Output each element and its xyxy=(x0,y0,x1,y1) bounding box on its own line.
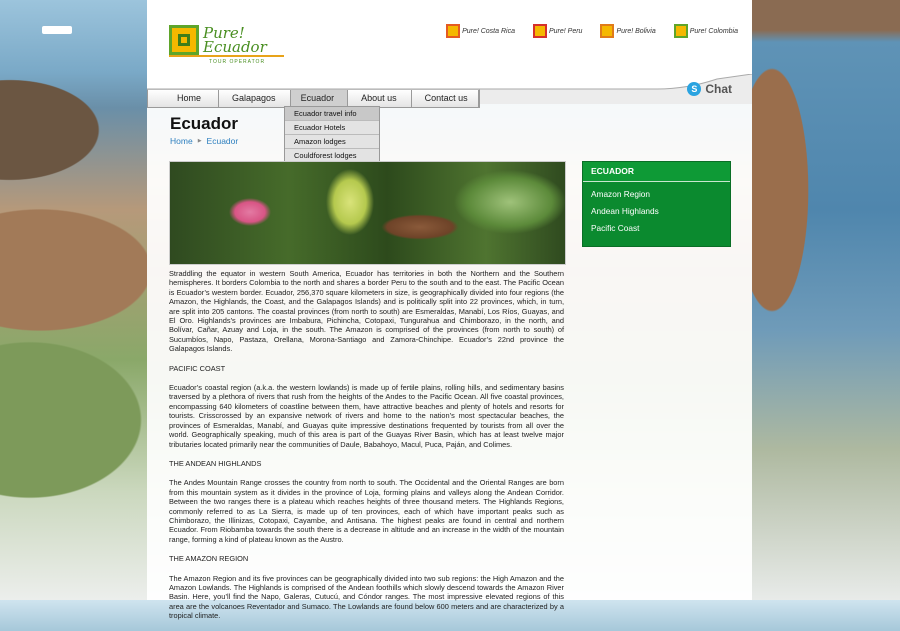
partner-logo-colombia[interactable]: Pure! Colombia xyxy=(673,24,738,38)
nav-galapagos[interactable]: Galapagos xyxy=(219,90,291,107)
partner-icon xyxy=(446,24,461,38)
ecuador-dropdown: Ecuador travel info Ecuador Hotels Amazo… xyxy=(284,106,380,164)
partner-icon xyxy=(673,24,688,38)
dropdown-item-travel-info[interactable]: Ecuador travel info xyxy=(285,107,379,121)
partner-logo-costa-rica[interactable]: Pure! Costa Rica xyxy=(446,24,515,38)
breadcrumb-current[interactable]: Ecuador xyxy=(207,136,239,146)
paragraph-pacific-coast: Ecuador’s coastal region (a.k.a. the wes… xyxy=(169,383,564,449)
nav-about-us[interactable]: About us xyxy=(348,90,412,107)
section-heading-pacific-coast: PACIFIC COAST xyxy=(169,363,226,373)
sidebar-item-pacific-coast[interactable]: Pacific Coast xyxy=(583,220,730,237)
breadcrumb: Home ▶ Ecuador xyxy=(170,136,238,146)
chat-button[interactable]: S Chat xyxy=(687,82,732,96)
background-left xyxy=(0,0,147,600)
logo-underline xyxy=(169,55,284,57)
breadcrumb-arrow-icon: ▶ xyxy=(197,138,202,144)
boat-image xyxy=(42,26,72,34)
partner-name: Pure! Colombia xyxy=(689,27,738,35)
sidebar-item-amazon-region[interactable]: Amazon Region xyxy=(583,186,730,203)
partner-logos: Pure! Costa Rica Pure! Peru Pure! Bolivi… xyxy=(446,24,738,38)
dropdown-item-hotels[interactable]: Ecuador Hotels xyxy=(285,121,379,135)
partner-logo-bolivia[interactable]: Pure! Bolivia xyxy=(600,24,656,38)
partner-logo-peru[interactable]: Pure! Peru xyxy=(532,24,583,38)
sidebar-menu: ECUADOR Amazon Region Andean Highlands P… xyxy=(582,161,731,247)
hero-image-hummingbird xyxy=(169,161,566,265)
header: Pure! Ecuador TOUR OPERATOR Pure! Costa … xyxy=(147,0,752,104)
paragraph-intro: Straddling the equator in western South … xyxy=(169,269,564,354)
article-content: Straddling the equator in western South … xyxy=(169,269,564,631)
sidebar-title: ECUADOR xyxy=(583,162,730,182)
nav-home[interactable]: Home xyxy=(148,90,220,107)
section-heading-andean-highlands: THE ANDEAN HIGHLANDS xyxy=(169,458,262,468)
paragraph-andean-highlands: The Andes Mountain Range crosses the cou… xyxy=(169,478,564,544)
brand-sub: TOUR OPERATOR xyxy=(209,59,266,65)
page-title: Ecuador xyxy=(170,114,239,133)
skype-icon: S xyxy=(687,82,702,96)
nav-ecuador[interactable]: Ecuador xyxy=(290,90,349,107)
nav-contact-us[interactable]: Contact us xyxy=(412,90,479,107)
page-container: Pure! Ecuador TOUR OPERATOR Pure! Costa … xyxy=(147,0,752,620)
logo-icon xyxy=(169,25,199,55)
partner-name: Pure! Costa Rica xyxy=(462,27,515,35)
chat-label: Chat xyxy=(705,82,732,96)
sidebar-item-andean-highlands[interactable]: Andean Highlands xyxy=(583,203,730,220)
brand-logo[interactable]: Pure! Ecuador TOUR OPERATOR xyxy=(169,24,284,65)
partner-icon xyxy=(532,24,547,38)
partner-name: Pure! Bolivia xyxy=(616,27,656,35)
background-right xyxy=(752,0,900,600)
breadcrumb-home[interactable]: Home xyxy=(170,136,193,146)
section-heading-amazon-region: THE AMAZON REGION xyxy=(169,554,249,564)
brand-name: Pure! Ecuador xyxy=(203,24,267,56)
partner-name: Pure! Peru xyxy=(548,27,583,35)
paragraph-amazon-region: The Amazon Region and its five provinces… xyxy=(169,573,564,621)
partner-icon xyxy=(600,24,615,38)
dropdown-item-amazon-lodges[interactable]: Amazon lodges xyxy=(285,135,379,149)
